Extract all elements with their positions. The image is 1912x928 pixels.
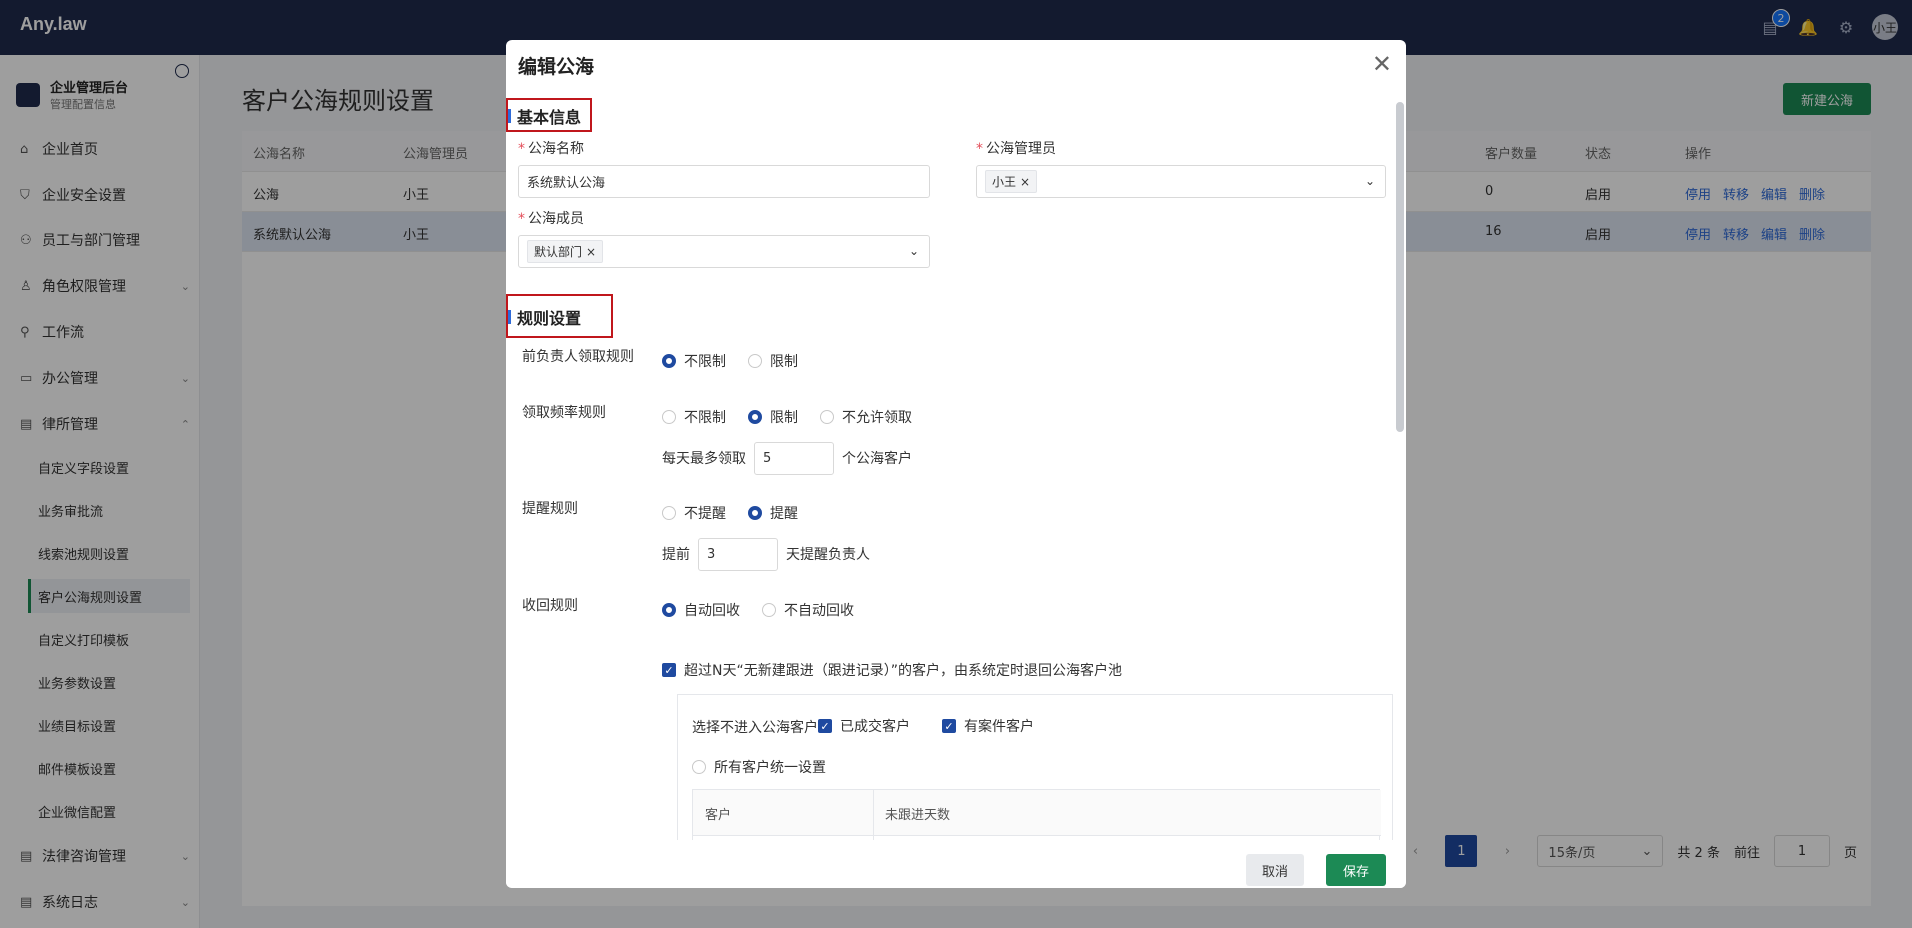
radio-label: 不限制 [684,354,726,370]
radio-remind[interactable]: 提醒 [748,503,798,523]
checkbox-checked-icon[interactable]: ✓ [942,719,956,733]
radio-dot [748,506,762,520]
remind-prefix: 提前 [662,547,690,563]
radio-label: 不提醒 [684,506,726,522]
rule-prev-owner-radios: 不限制 限制 [662,351,798,371]
radio-limited[interactable]: 限制 [748,351,798,371]
option-label: 已成交客户 [840,719,910,735]
daily-max-suffix: 个公海客户 [842,451,912,467]
inner-table-header [693,790,1381,836]
radio-label: 不限制 [684,410,726,426]
radio-dot [662,506,676,520]
exclude-label: 选择不进入公海客户 [692,720,818,736]
remind-days-input[interactable]: 3 [698,538,778,571]
radio-unlimited[interactable]: 不限制 [662,407,726,427]
unified-setting-option[interactable]: 所有客户统一设置 [692,757,826,777]
option-label: 有案件客户 [964,719,1034,735]
recycle-checkbox-row[interactable]: ✓ 超过N天“无新建跟进（跟进记录）”的客户，由系统定时退回公海客户池 [662,660,1122,680]
inner-col-days: 未跟进天数 [885,808,951,823]
required-mark: * [976,141,983,157]
admin-tag: 小王 × [985,170,1038,193]
inner-col-customer: 客户 [705,808,732,823]
pool-admin-label: * 公海管理员 [976,138,1056,158]
tag-close-icon[interactable]: × [586,245,596,259]
rule-frequency-label: 领取频率规则 [522,405,606,421]
rule-reminder-radios: 不提醒 提醒 [662,503,798,523]
close-icon[interactable]: ✕ [1372,50,1392,78]
radio-dot [748,410,762,424]
pool-members-select[interactable]: 默认部门 × ⌄ [518,235,930,268]
label-text: 公海成员 [528,211,584,227]
tag-close-icon[interactable]: × [1020,175,1030,189]
label-text: 公海管理员 [986,141,1056,157]
remind-suffix: 天提醒负责人 [786,547,870,563]
radio-no-remind[interactable]: 不提醒 [662,503,726,523]
rule-recycle-label: 收回规则 [522,598,578,614]
pool-admin-select[interactable]: 小王 × ⌄ [976,165,1386,198]
required-mark: * [518,141,525,157]
radio-disallow[interactable]: 不允许领取 [820,407,912,427]
radio-dot [748,354,762,368]
checkbox-checked-icon[interactable]: ✓ [662,663,676,677]
section-bar [508,310,511,324]
rule-frequency-radios: 不限制 限制 不允许领取 [662,407,912,427]
rule-reminder-label: 提醒规则 [522,501,578,517]
radio-label: 不允许领取 [842,410,912,426]
daily-max-input[interactable]: 5 [754,442,834,475]
radio-label: 自动回收 [684,603,740,619]
radio-dot [692,760,706,774]
members-tag: 默认部门 × [527,240,604,263]
radio-unlimited[interactable]: 不限制 [662,351,726,371]
radio-auto-recycle[interactable]: 自动回收 [662,600,740,620]
required-mark: * [518,211,525,227]
pool-members-label: * 公海成员 [518,208,584,228]
modal-title: 编辑公海 [518,56,595,78]
radio-dot [662,603,676,617]
label-text: 公海名称 [528,141,584,157]
radio-label: 不自动回收 [784,603,854,619]
radio-no-auto-recycle[interactable]: 不自动回收 [762,600,854,620]
cancel-button[interactable]: 取消 [1246,854,1304,886]
rule-recycle-radios: 自动回收 不自动回收 [662,600,854,620]
modal-scrollbar[interactable] [1396,102,1404,432]
chevron-down-icon: ⌄ [908,244,919,258]
radio-dot [662,354,676,368]
pool-name-label: * 公海名称 [518,138,584,158]
pool-name-input[interactable]: 系统默认公海 [518,165,930,198]
radio-limited[interactable]: 限制 [748,407,798,427]
section-basic-info: 基本信息 [508,104,581,128]
recycle-checkbox-label: 超过N天“无新建跟进（跟进记录）”的客户，由系统定时退回公海客户池 [684,663,1122,679]
radio-dot [762,603,776,617]
tag-text: 默认部门 [534,245,583,259]
section-bar [508,109,511,123]
radio-dot [662,410,676,424]
checkbox-checked-icon[interactable]: ✓ [818,719,832,733]
exclude-deal-option[interactable]: ✓ 已成交客户 [818,716,910,736]
edit-pool-modal: 编辑公海 ✕ 基本信息 * 公海名称 系统默认公海 * 公海管理员 小王 × ⌄ * 公… [506,40,1406,888]
radio-dot [820,410,834,424]
chevron-down-icon: ⌄ [1364,174,1375,188]
option-label: 所有客户统一设置 [714,760,826,776]
radio-label: 限制 [770,354,798,370]
rule-prev-owner-label: 前负责人领取规则 [522,349,634,365]
radio-label: 提醒 [770,506,798,522]
section-title: 基本信息 [517,108,582,127]
radio-label: 限制 [770,410,798,426]
daily-max-prefix: 每天最多领取 [662,451,746,467]
exclude-case-option[interactable]: ✓ 有案件客户 [942,716,1034,736]
section-rules: 规则设置 [508,305,581,329]
section-title: 规则设置 [517,309,582,328]
tag-text: 小王 [992,175,1017,189]
save-button[interactable]: 保存 [1326,854,1386,886]
